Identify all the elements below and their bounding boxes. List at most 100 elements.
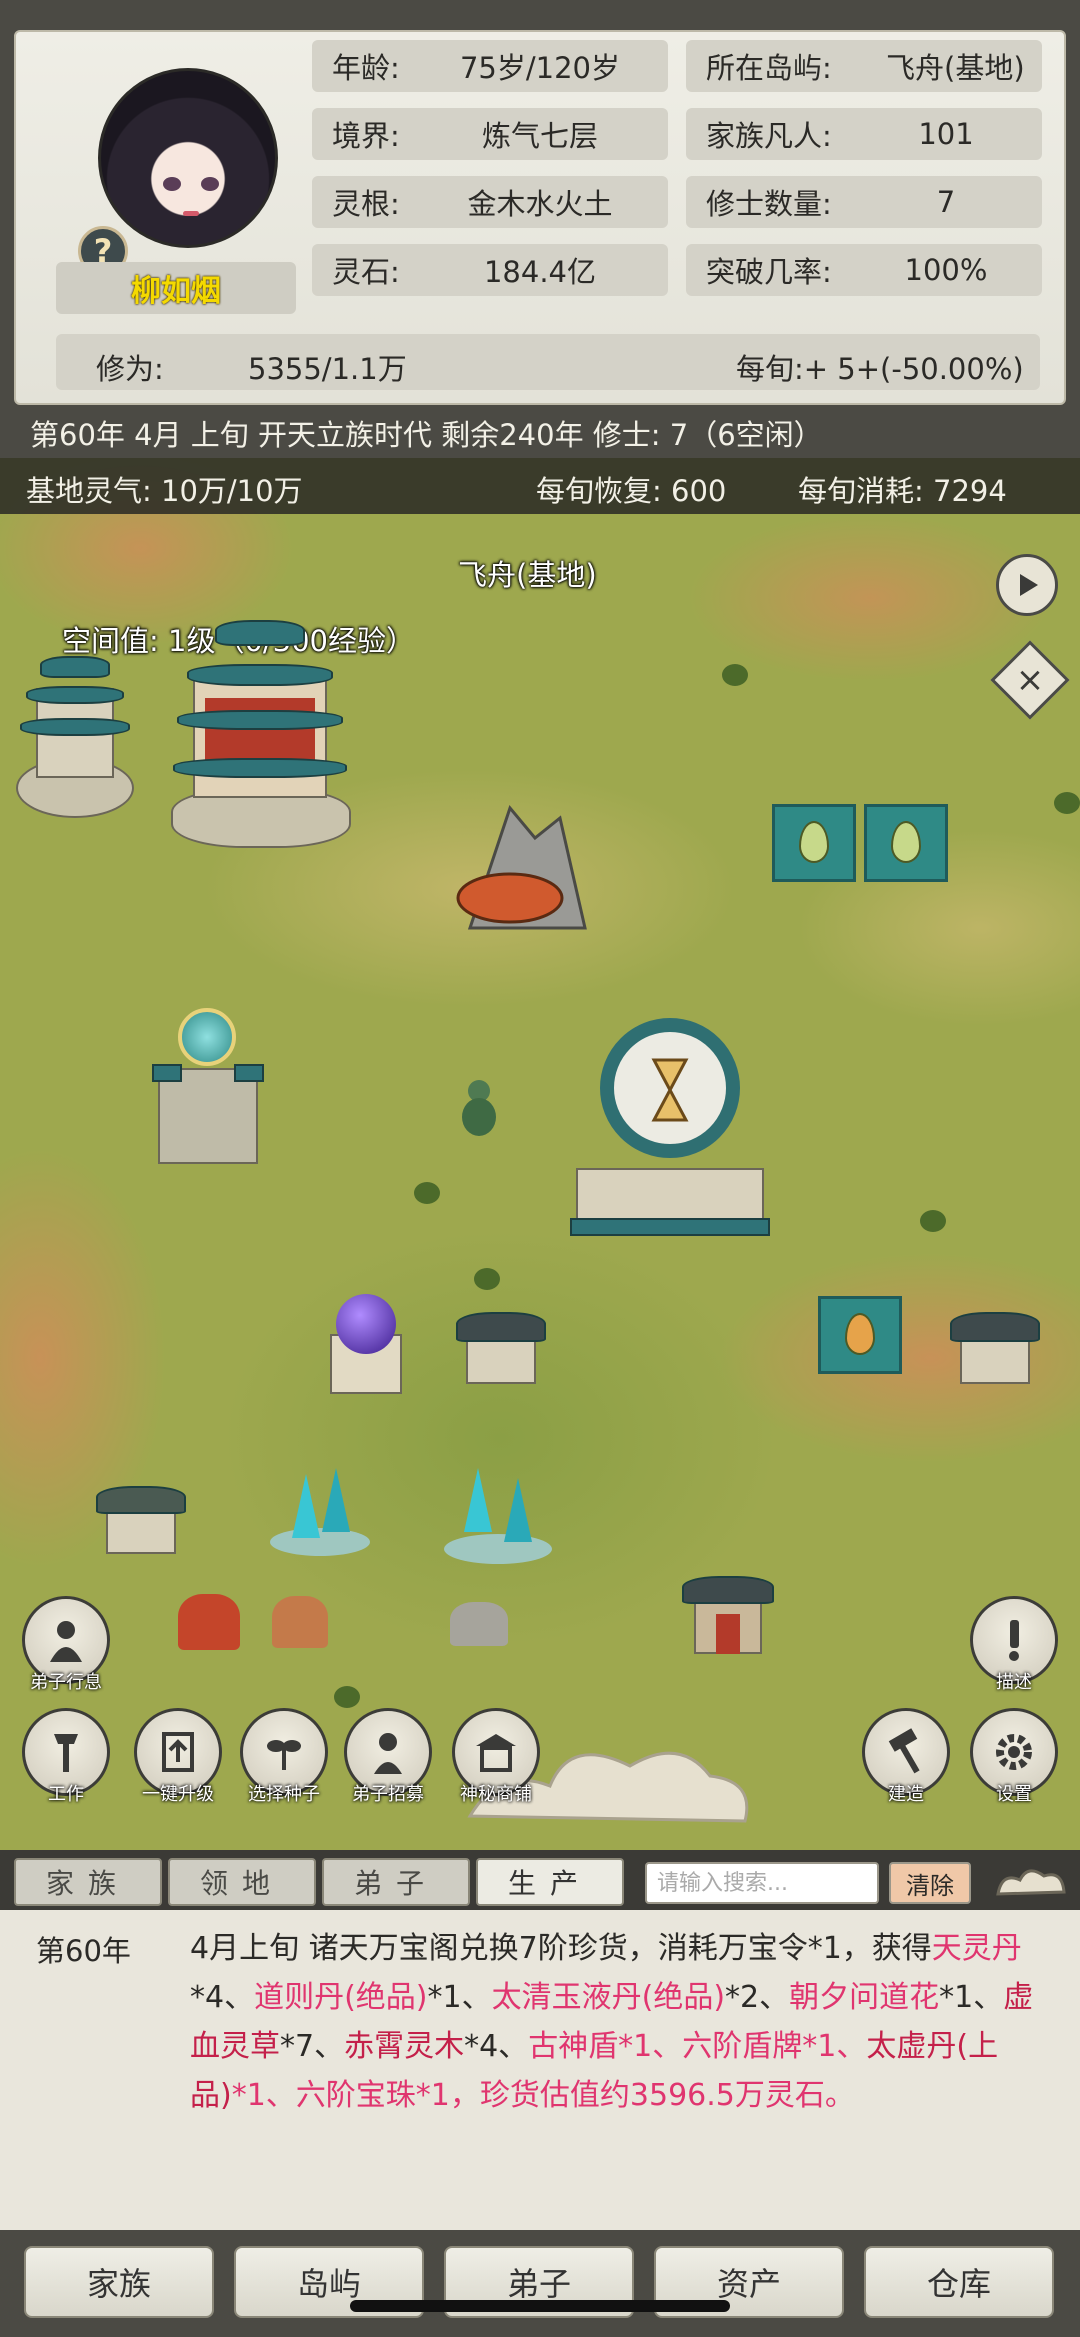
avatar-eye xyxy=(163,177,181,191)
small-hall[interactable] xyxy=(456,1298,546,1388)
stat-realm: 境界: 炼气七层 xyxy=(312,108,668,160)
bottom-nav: 家族 岛屿 弟子 资产 仓库 xyxy=(0,2230,1080,2337)
gate-pavilion[interactable] xyxy=(682,1558,774,1658)
lava-mountain[interactable] xyxy=(440,798,590,938)
grass-tuft xyxy=(414,1182,440,1204)
event-log-panel: 家族 领地 弟子 生产 清除 第60年 4月上旬 诸天万宝阁兑换7阶珍货，消耗万… xyxy=(0,1850,1080,2230)
log-text-segment: *4、 xyxy=(190,1980,255,2015)
gourd-spirit[interactable] xyxy=(462,1080,496,1140)
cultivation-bar: 修为: 5355/1.1万 每旬:+ 5+(-50.00%) xyxy=(56,334,1040,390)
herb-plot[interactable] xyxy=(772,804,856,882)
hall-roof xyxy=(950,1312,1040,1342)
log-entry-text: 4月上旬 诸天万宝阁兑换7阶珍货，消耗万宝令*1，获得天灵丹*4、道则丹(绝品)… xyxy=(190,1924,1050,2120)
log-item-highlight: 古神盾*1、六阶盾牌*1、 xyxy=(528,2029,867,2064)
tower-roof xyxy=(20,718,130,736)
tool-label: 描述 xyxy=(996,1672,1032,1693)
nav-family-button[interactable]: 家族 xyxy=(24,2246,214,2318)
stat-label: 年龄: xyxy=(332,51,400,85)
pavilion-door xyxy=(716,1614,740,1654)
shop-icon xyxy=(476,1734,516,1772)
stat-value: 184.4亿 xyxy=(483,255,597,289)
clear-button[interactable]: 清除 xyxy=(889,1862,971,1904)
spirit-crystal-vein[interactable] xyxy=(270,1468,370,1558)
teleport-altar[interactable] xyxy=(150,1008,266,1168)
house-roof xyxy=(96,1486,186,1514)
avatar[interactable] xyxy=(98,68,278,248)
altar-roof xyxy=(234,1064,264,1082)
red-ore-rock[interactable] xyxy=(178,1594,240,1650)
herb-plot[interactable] xyxy=(818,1296,902,1374)
altar-body xyxy=(158,1068,258,1164)
seed-icon xyxy=(267,1740,301,1770)
stat-label: 灵石: xyxy=(332,255,400,289)
stat-value: 金木水火土 xyxy=(467,187,613,221)
tool-label: 一键升级 xyxy=(142,1784,214,1805)
per-period-gain: 每旬:+ 5+(-50.00%) xyxy=(736,352,1024,386)
log-item-highlight: 赤霄灵木 xyxy=(344,2029,465,2064)
grass-tuft xyxy=(474,1268,500,1290)
stone-rock[interactable] xyxy=(450,1602,508,1646)
palace-roof xyxy=(177,710,343,730)
profile-card: ? 柳如烟 年龄: 75岁/120岁 境界: 炼气七层 灵根: 金木水火土 灵石… xyxy=(14,30,1066,405)
stat-value: 75岁/120岁 xyxy=(459,51,621,85)
log-item-highlight: 朝夕问道花 xyxy=(789,1980,940,2015)
cultivation-value: 5355/1.1万 xyxy=(248,352,407,386)
small-house[interactable] xyxy=(96,1478,186,1558)
avatar-wrap[interactable]: ? xyxy=(78,54,286,276)
stat-spirit-stone: 灵石: 184.4亿 xyxy=(312,244,668,296)
tab-production[interactable]: 生产 xyxy=(476,1858,624,1906)
seed-icon xyxy=(845,1313,875,1355)
leaf-icon xyxy=(891,821,921,863)
tab-disciples[interactable]: 弟子 xyxy=(322,1858,470,1906)
crystal-icon xyxy=(322,1468,350,1532)
tool-label: 弟子招募 xyxy=(352,1784,424,1805)
aura-readout: 基地灵气: 10万/10万 xyxy=(26,474,303,508)
base-map[interactable]: 基地灵气: 10万/10万 每旬恢复: 600 每旬消耗: 7294 飞舟(基地… xyxy=(0,458,1080,1850)
crystal-icon xyxy=(292,1474,320,1538)
stat-value: 100% xyxy=(904,253,988,287)
log-year: 第60年 xyxy=(36,1934,131,1968)
character-name[interactable]: 柳如烟 xyxy=(56,262,296,314)
stat-value: 炼气七层 xyxy=(481,119,598,153)
hoe-icon xyxy=(54,1734,78,1772)
spirit-crystal-vein[interactable] xyxy=(444,1468,552,1568)
grass-tuft xyxy=(920,1210,946,1232)
small-hall[interactable] xyxy=(950,1298,1040,1388)
grass-tuft xyxy=(1054,792,1080,814)
main-palace[interactable] xyxy=(165,598,355,858)
close-icon[interactable]: × xyxy=(990,640,1070,720)
exclaim-icon xyxy=(1009,1620,1019,1661)
map-location-title: 飞舟(基地) xyxy=(458,558,597,592)
recruit-icon xyxy=(374,1733,402,1774)
stat-label: 灵根: xyxy=(332,187,400,221)
purple-orb-pedestal[interactable] xyxy=(330,1294,402,1394)
upgrade-icon xyxy=(162,1732,194,1772)
time-status-line: 第60年 4月 上旬 开天立族时代 剩余240年 修士: 7（6空闲） xyxy=(30,418,823,452)
log-text-segment: *1、 xyxy=(427,1980,492,2015)
home-indicator[interactable] xyxy=(350,2300,730,2312)
resource-bar: 基地灵气: 10万/10万 每旬恢复: 600 每旬消耗: 7294 xyxy=(0,458,1080,514)
log-search-input[interactable] xyxy=(645,1862,879,1904)
stat-label: 所在岛屿: xyxy=(706,51,832,85)
log-item-highlight: 六阶宝珠*1，珍货估值约3596.5万灵石。 xyxy=(295,2078,855,2113)
hall-roof xyxy=(456,1312,546,1342)
play-icon[interactable] xyxy=(996,554,1058,616)
time-gate[interactable] xyxy=(570,1018,770,1258)
tab-territory[interactable]: 领地 xyxy=(168,1858,316,1906)
consume-readout: 每旬消耗: 7294 xyxy=(798,474,1007,508)
copper-ore-rock[interactable] xyxy=(272,1596,328,1648)
close-glyph: × xyxy=(1015,660,1045,700)
pagoda-tower[interactable] xyxy=(10,648,140,828)
crystal-pool xyxy=(444,1534,552,1564)
crystal-icon xyxy=(504,1478,532,1542)
avatar-mouth xyxy=(183,211,199,216)
nav-warehouse-button[interactable]: 仓库 xyxy=(864,2246,1054,2318)
log-text-segment: 4月上旬 诸天万宝阁兑换7阶珍货，消耗万宝令*1，获得 xyxy=(190,1931,932,1966)
cloud-icon[interactable] xyxy=(992,1862,1070,1902)
hourglass-icon xyxy=(651,1058,689,1122)
herb-plot[interactable] xyxy=(864,804,948,882)
tab-family[interactable]: 家族 xyxy=(14,1858,162,1906)
tool-label: 建造 xyxy=(888,1784,924,1805)
log-text-segment: *1、 xyxy=(939,1980,1004,2015)
purple-orb-icon xyxy=(336,1294,396,1354)
